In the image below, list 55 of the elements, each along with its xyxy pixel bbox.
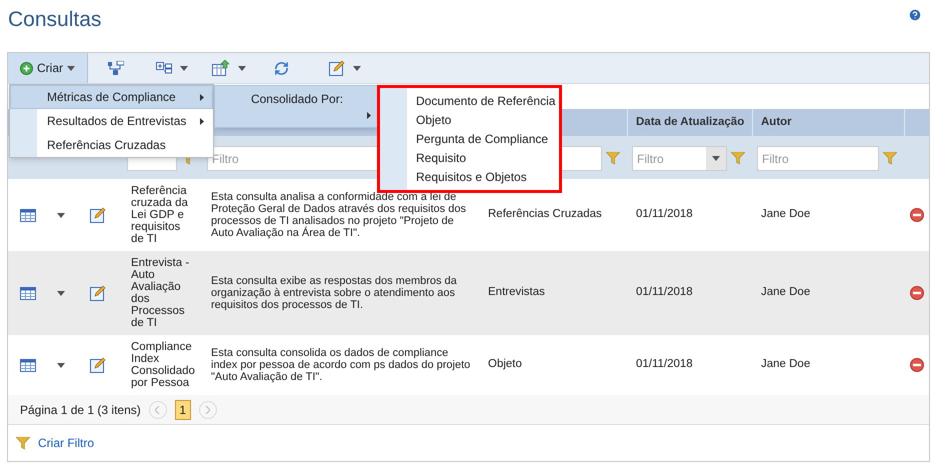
export-icon[interactable] bbox=[212, 60, 230, 76]
create-button[interactable]: Criar bbox=[8, 53, 88, 83]
page-title: Consultas bbox=[8, 8, 102, 32]
table-cell-text: Referência cruzada da Lei GDP e requisitos de TI bbox=[130, 185, 189, 245]
table-icon[interactable] bbox=[20, 358, 36, 372]
menu-item[interactable]: Pergunta de Compliance bbox=[416, 132, 556, 146]
delete-icon[interactable] bbox=[910, 358, 924, 372]
row-menu-caret-icon bbox=[56, 290, 64, 296]
caret-icon bbox=[238, 66, 246, 70]
delete-icon[interactable] bbox=[910, 208, 924, 222]
table-cell-text: Jane Doe bbox=[760, 207, 812, 222]
chevron-right-icon bbox=[205, 406, 210, 414]
submenu-arrow-icon bbox=[367, 112, 371, 119]
edit-icon[interactable] bbox=[90, 285, 106, 301]
caret-icon bbox=[712, 156, 720, 161]
refresh-icon[interactable] bbox=[274, 60, 289, 76]
caret-icon bbox=[180, 66, 188, 70]
hierarchy-icon[interactable] bbox=[108, 61, 124, 75]
menu-item[interactable]: Documento de Referência bbox=[416, 94, 556, 108]
delete-icon[interactable] bbox=[910, 286, 924, 300]
table-cell-text: Entrevistas bbox=[487, 285, 546, 300]
table-cell-text: Entrevista - Auto Avaliação dos Processos de TI bbox=[130, 257, 190, 329]
table-icon[interactable] bbox=[20, 208, 36, 222]
row-menu-caret-icon bbox=[56, 362, 64, 368]
table-cell-text: Referências Cruzadas bbox=[487, 207, 603, 222]
create-filter-link[interactable]: Criar Filtro bbox=[38, 434, 94, 452]
table-cell-text: Compliance Index Consolidado por Pessoa bbox=[130, 341, 196, 389]
page-button[interactable]: 1 bbox=[174, 400, 191, 420]
filter-field[interactable]: Filtro bbox=[757, 146, 879, 171]
table-cell-text: Esta consulta consolida os dados de compliance index por pessoa de acordo com ps dados do projeto "Auto Avaliação de TI". bbox=[210, 347, 472, 383]
help-icon[interactable] bbox=[908, 8, 922, 22]
table-cell-text: Esta consulta exibe as respostas dos membros da organização à entrevista sobre o atendimento aos requisitos dos processos de TI. bbox=[210, 275, 458, 311]
table-cell-text: Jane Doe bbox=[760, 357, 812, 372]
edit-icon[interactable] bbox=[90, 357, 106, 373]
table-cell-text: 01/11/2018 bbox=[635, 357, 694, 372]
row-menu-caret-icon bbox=[56, 212, 64, 218]
menu-item[interactable]: Requisitos e Objetos bbox=[416, 170, 556, 184]
edit-icon[interactable] bbox=[329, 60, 345, 76]
submenu-item[interactable]: Consolidado Por: bbox=[214, 85, 380, 128]
tree-add-icon[interactable] bbox=[156, 62, 172, 74]
menu-item[interactable]: Métricas de Compliance bbox=[10, 85, 213, 109]
chevron-left-icon bbox=[155, 406, 160, 414]
filter-icon[interactable] bbox=[16, 436, 30, 450]
caret-icon bbox=[67, 66, 75, 70]
caret-icon bbox=[353, 66, 361, 70]
table-icon[interactable] bbox=[20, 286, 36, 300]
menu-item[interactable]: Resultados de Entrevistas bbox=[10, 109, 213, 133]
table-cell-text: 01/11/2018 bbox=[635, 207, 694, 222]
table-cell-text: Objeto bbox=[487, 357, 523, 372]
table-cell-text: 01/11/2018 bbox=[635, 285, 694, 300]
plus-icon bbox=[20, 62, 33, 74]
table-cell-text: Jane Doe bbox=[760, 285, 812, 300]
edit-icon[interactable] bbox=[90, 207, 106, 223]
menu-item[interactable]: Objeto bbox=[416, 114, 556, 126]
pager-summary: Página 1 de 1 (3 itens) bbox=[20, 402, 141, 418]
